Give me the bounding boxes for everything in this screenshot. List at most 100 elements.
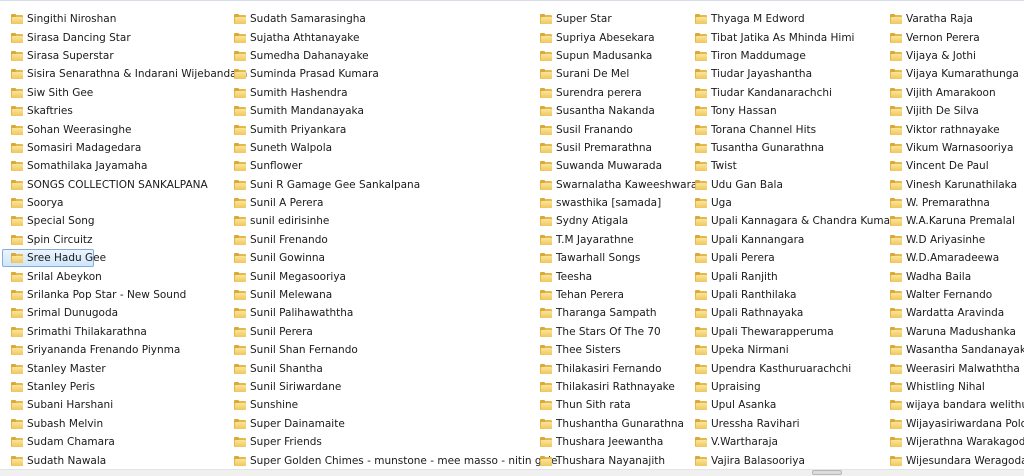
folder-item[interactable]: The Stars Of The 70 [531, 323, 700, 341]
folder-item[interactable]: Srilal Abeykon [2, 267, 250, 285]
folder-item[interactable]: Sumith Priyankara [225, 120, 560, 138]
folder-item[interactable]: Special Song [2, 212, 250, 230]
folder-item[interactable]: Tibat Jatika As Mhinda Himi [686, 28, 897, 46]
folder-item[interactable]: Sydny Atigala [531, 212, 700, 230]
folder-item[interactable]: Super Star [531, 10, 700, 28]
folder-item[interactable]: Thilakasiri Fernando [531, 359, 700, 377]
folder-item[interactable]: Vikum Warnasooriya [881, 139, 1024, 157]
folder-item[interactable]: Srilanka Pop Star - New Sound [2, 286, 250, 304]
folder-item[interactable]: Wardatta Aravinda [881, 304, 1024, 322]
folder-item[interactable]: Suni R Gamage Gee Sankalpana [225, 176, 560, 194]
folder-item[interactable]: Vijith Amarakoon [881, 84, 1024, 102]
folder-item[interactable]: Sujatha Athtanayake [225, 28, 560, 46]
folder-item[interactable]: Tony Hassan [686, 102, 897, 120]
folder-item[interactable]: Sunil Shan Fernando [225, 341, 560, 359]
folder-item[interactable]: Upali Kannangara [686, 231, 897, 249]
folder-item[interactable]: Uga [686, 194, 897, 212]
folder-item[interactable]: Upali Rathnayaka [686, 304, 897, 322]
folder-item[interactable]: Vincent De Paul [881, 157, 1024, 175]
folder-item[interactable]: Upali Perera [686, 249, 897, 267]
folder-item[interactable]: wijaya bandara welithudu [881, 396, 1024, 414]
folder-item[interactable]: Sree Hadu Gee [2, 249, 106, 268]
folder-item[interactable]: Thushara Nayanajith [531, 451, 700, 469]
folder-item[interactable]: Sunil Perera [225, 323, 560, 341]
folder-item[interactable]: Tawarhall Songs [531, 249, 700, 267]
folder-item[interactable]: Somathilaka Jayamaha [2, 157, 250, 175]
folder-item[interactable]: Sunflower [225, 157, 560, 175]
folder-item[interactable]: Sunil Shantha [225, 359, 560, 377]
folder-item[interactable]: Upeka Nirmani [686, 341, 897, 359]
folder-item[interactable]: Sunil Melewana [225, 286, 560, 304]
folder-item[interactable]: Vijith De Silva [881, 102, 1024, 120]
folder-item[interactable]: Upul Asanka [686, 396, 897, 414]
folder-item[interactable]: Stanley Master [2, 359, 250, 377]
folder-item[interactable]: W.D.Amaradeewa [881, 249, 1024, 267]
folder-item[interactable]: Super Golden Chimes - munstone - mee mas… [225, 451, 560, 469]
folder-item[interactable]: Sudath Nawala [2, 451, 250, 469]
folder-item[interactable]: Upraising [686, 378, 897, 396]
folder-item[interactable]: Vinesh Karunathilaka [881, 176, 1024, 194]
folder-item[interactable]: T.M Jayarathne [531, 231, 700, 249]
folder-item[interactable]: Thilakasiri Rathnayake [531, 378, 700, 396]
folder-item[interactable]: Torana Channel Hits [686, 120, 897, 138]
folder-item[interactable]: Stanley Peris [2, 378, 250, 396]
folder-item[interactable]: Thyaga M Edword [686, 10, 897, 28]
folder-item[interactable]: Tehan Perera [531, 286, 700, 304]
folder-item[interactable]: Sunil Frenando [225, 231, 560, 249]
folder-item[interactable]: Suwanda Muwarada [531, 157, 700, 175]
folder-item[interactable]: Skaftries [2, 102, 250, 120]
folder-item[interactable]: W. Premarathna [881, 194, 1024, 212]
folder-item[interactable]: Soorya [2, 194, 250, 212]
folder-item[interactable]: Susantha Nakanda [531, 102, 700, 120]
folder-item[interactable]: Sumith Mandanayaka [225, 102, 560, 120]
folder-item[interactable]: Twist [686, 157, 897, 175]
folder-item[interactable]: Sunil Palihawaththa [225, 304, 560, 322]
folder-item[interactable]: Sunil Siriwardane [225, 378, 560, 396]
folder-item[interactable]: Sirasa Dancing Star [2, 28, 250, 46]
folder-item[interactable]: Weerasiri Malwaththa [881, 359, 1024, 377]
folder-item[interactable]: Waruna Madushanka [881, 323, 1024, 341]
folder-item[interactable]: Sumith Hashendra [225, 84, 560, 102]
folder-item[interactable]: sunil edirisinhe [225, 212, 560, 230]
folder-item[interactable]: Upali Kannagara & Chandra Kumar [686, 212, 897, 230]
folder-item[interactable]: Tiron Maddumage [686, 47, 897, 65]
folder-item[interactable]: Suneth Walpola [225, 139, 560, 157]
folder-item[interactable]: Varatha Raja [881, 10, 1024, 28]
folder-item[interactable]: Thee Sisters [531, 341, 700, 359]
folder-item[interactable]: Sunil A Perera [225, 194, 560, 212]
folder-item[interactable]: Sunshine [225, 396, 560, 414]
folder-item[interactable]: Whistling Nihal [881, 378, 1024, 396]
folder-item[interactable]: Upali Thewarapperuma [686, 323, 897, 341]
folder-item[interactable]: Tharanga Sampath [531, 304, 700, 322]
folder-item[interactable]: Srimathi Thilakarathna [2, 323, 250, 341]
folder-item[interactable]: Suminda Prasad Kumara [225, 65, 560, 83]
folder-item[interactable]: Sudam Chamara [2, 433, 250, 451]
folder-item[interactable]: Swarnalatha Kaweeshwara [531, 176, 700, 194]
folder-item[interactable]: Tiudar Jayashantha [686, 65, 897, 83]
folder-item[interactable]: Sumedha Dahanayake [225, 47, 560, 65]
folder-item[interactable]: Wijayasiriwardana Polono [881, 415, 1024, 433]
folder-item[interactable]: Srimal Dunugoda [2, 304, 250, 322]
folder-item[interactable]: Somasiri Madagedara [2, 139, 250, 157]
folder-item[interactable]: Tiudar Kandanarachchi [686, 84, 897, 102]
folder-item[interactable]: Teesha [531, 267, 700, 285]
folder-item[interactable]: Singithi Niroshan [2, 10, 250, 28]
folder-item[interactable]: Super Friends [225, 433, 560, 451]
folder-item[interactable]: Sunil Megasooriya [225, 267, 560, 285]
folder-item[interactable]: W.A.Karuna Premalal [881, 212, 1024, 230]
folder-item[interactable]: Sirasa Superstar [2, 47, 250, 65]
folder-item[interactable]: Vajira Balasooriya [686, 451, 897, 469]
folder-item[interactable]: Wijesundara Weragoda [881, 451, 1024, 469]
folder-item[interactable]: SONGS COLLECTION SANKALPANA [2, 176, 250, 194]
folder-item[interactable]: Sohan Weerasinghe [2, 120, 250, 138]
folder-item[interactable]: Upali Ranthilaka [686, 286, 897, 304]
folder-item[interactable]: Vijaya & Jothi [881, 47, 1024, 65]
folder-item[interactable]: Thun Sith rata [531, 396, 700, 414]
folder-item[interactable]: V.Wartharaja [686, 433, 897, 451]
horizontal-scrollbar[interactable] [0, 469, 1024, 476]
folder-item[interactable]: Wadha Baila [881, 267, 1024, 285]
folder-item[interactable]: Sunil Gowinna [225, 249, 560, 267]
folder-item[interactable]: Viktor rathnayake [881, 120, 1024, 138]
folder-item[interactable]: Udu Gan Bala [686, 176, 897, 194]
folder-item[interactable]: Upendra Kasthuruarachchi [686, 359, 897, 377]
